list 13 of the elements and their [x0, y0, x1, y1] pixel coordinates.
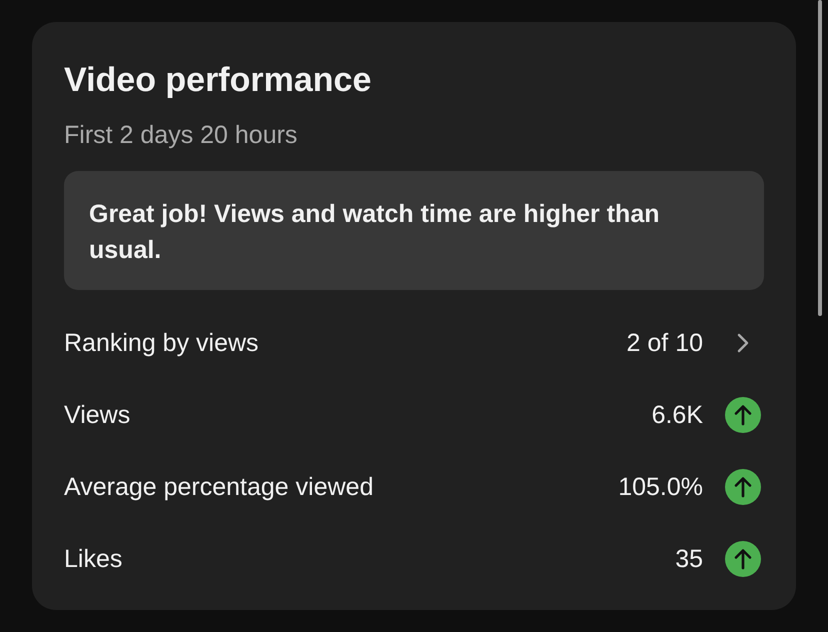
metric-label: Views [64, 400, 130, 431]
metric-value: 2 of 10 [626, 328, 703, 359]
metric-value: 35 [675, 544, 703, 575]
metric-value: 6.6K [652, 400, 703, 431]
scrollbar-thumb[interactable] [818, 0, 822, 316]
card-title: Video performance [64, 60, 372, 100]
card-subtitle: First 2 days 20 hours [64, 120, 298, 151]
metric-label: Average percentage viewed [64, 472, 374, 503]
chevron-right-icon[interactable] [737, 333, 749, 353]
banner-text: Great job! Views and watch time are higher than usual. [89, 199, 661, 266]
metric-label: Likes [64, 544, 122, 575]
metric-value: 105.0% [618, 472, 703, 503]
metric-label[interactable]: Ranking by views [64, 327, 259, 359]
